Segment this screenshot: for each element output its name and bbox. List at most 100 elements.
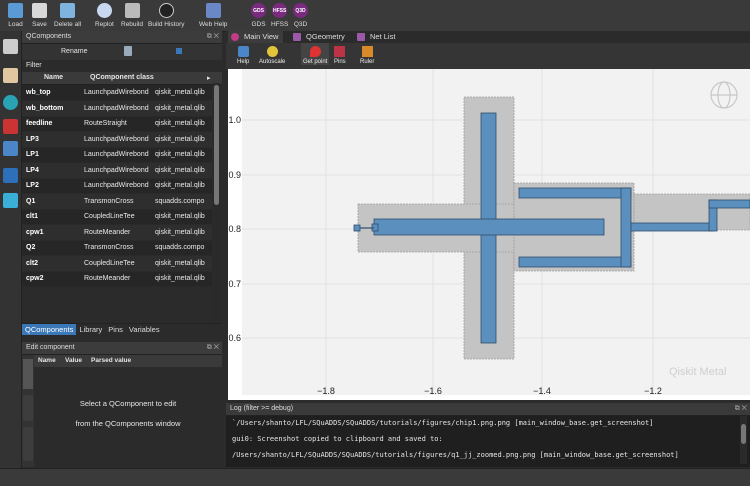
panel-float-close-icon[interactable]: ⧉ ✕ (207, 342, 219, 354)
web-help-button[interactable]: Web Help (199, 0, 227, 31)
table-row[interactable]: wb_bottom LaunchpadWirebond qiskit_metal.q… (22, 100, 212, 117)
table-row[interactable]: cpw1 RouteMeander qiskit_metal.qlib (22, 224, 212, 241)
component-class[interactable]: LaunchpadWirebond (80, 162, 151, 179)
thumbs-up-icon[interactable] (3, 68, 18, 83)
rename-button[interactable]: Rename (61, 48, 87, 55)
component-class[interactable]: LaunchpadWirebond (80, 178, 151, 194)
component-module[interactable]: qiskit_metal.qlib (151, 224, 212, 241)
component-class[interactable]: LaunchpadWirebond (80, 131, 151, 148)
function-icon[interactable] (3, 95, 18, 110)
y-axis: 1.0 0.9 0.8 0.7 0.6 (228, 115, 241, 343)
log-scrollbar[interactable] (740, 416, 747, 464)
side-tab-source[interactable] (23, 427, 33, 461)
component-name[interactable]: clt2 (22, 255, 80, 272)
save-button[interactable]: Save (32, 0, 47, 31)
get-point-tool[interactable]: Get point (301, 43, 330, 65)
screen-icon[interactable] (3, 141, 18, 156)
component-module[interactable]: squadds.compo (151, 193, 212, 210)
component-class[interactable]: TransmonCross (80, 240, 151, 256)
tab-pins[interactable]: Pins (105, 324, 126, 335)
tab-main-view[interactable]: Main View (228, 31, 284, 43)
layout-icon[interactable] (3, 168, 18, 183)
side-tab-help[interactable] (23, 395, 33, 421)
component-name[interactable]: wb_top (22, 85, 80, 101)
component-module[interactable]: qiskit_metal.qlib (151, 147, 212, 163)
component-class[interactable]: RouteStraight (80, 116, 151, 132)
gds-button[interactable]: GDS GDS (251, 0, 266, 31)
component-module[interactable]: qiskit_metal.qlib (151, 209, 212, 225)
col-name-header[interactable]: Name (44, 74, 63, 81)
autoscale-tool[interactable]: Autoscale (259, 43, 285, 65)
component-module[interactable]: qiskit_metal.qlib (151, 100, 212, 117)
load-button[interactable]: Load (8, 0, 23, 31)
component-name[interactable]: Q1 (22, 193, 80, 210)
tab-net-list[interactable]: Net List (354, 31, 400, 43)
panel-float-close-icon[interactable]: ⧉ ✕ (207, 31, 219, 43)
camera-icon[interactable] (3, 193, 18, 208)
component-class[interactable]: CoupledLineTee (80, 209, 151, 225)
tab-qcomponents[interactable]: QComponents (22, 324, 77, 335)
ruler-tool[interactable]: Ruler (360, 43, 374, 65)
plot-canvas[interactable]: Qiskit Metal 1.0 0.9 0.8 0.7 0.6 −1.8 −1… (228, 69, 750, 400)
component-name[interactable]: cpw2 (22, 271, 80, 287)
component-name[interactable]: cpw1 (22, 224, 80, 241)
component-class[interactable]: RouteMeander (80, 271, 151, 287)
trash-icon[interactable] (124, 46, 132, 56)
qcomponents-view-icon[interactable] (3, 39, 18, 54)
component-name[interactable]: LP4 (22, 162, 80, 179)
component-name[interactable]: wb_bottom (22, 100, 80, 117)
component-class[interactable]: LaunchpadWirebond (80, 100, 151, 117)
pins-tool[interactable]: Pins (334, 43, 346, 65)
component-class[interactable]: LaunchpadWirebond (80, 85, 151, 101)
table-row[interactable]: cpw2 RouteMeander qiskit_metal.qlib (22, 271, 212, 287)
component-module[interactable]: qiskit_metal.qlib (151, 116, 212, 132)
component-module[interactable]: qiskit_metal.qlib (151, 255, 212, 272)
log-scrollbar-thumb[interactable] (741, 424, 746, 444)
component-module[interactable]: squadds.compo (151, 240, 212, 256)
col-extra-header[interactable]: ▸ (207, 74, 211, 82)
component-name[interactable]: clt1 (22, 209, 80, 225)
component-class[interactable]: RouteMeander (80, 224, 151, 241)
table-row[interactable]: clt2 CoupledLineTee qiskit_metal.qlib (22, 255, 212, 272)
table-row[interactable]: LP1 LaunchpadWirebond qiskit_metal.qlib (22, 147, 212, 163)
component-module[interactable]: qiskit_metal.qlib (151, 131, 212, 148)
col-class-header[interactable]: QComponent class (90, 74, 154, 81)
component-module[interactable]: qiskit_metal.qlib (151, 178, 212, 194)
component-class[interactable]: TransmonCross (80, 193, 151, 210)
replot-button[interactable]: Replot (95, 0, 114, 31)
component-name[interactable]: LP2 (22, 178, 80, 194)
component-module[interactable]: qiskit_metal.qlib (151, 271, 212, 287)
panel-float-close-icon[interactable]: ⧉ ✕ (735, 403, 747, 415)
table-row[interactable]: LP4 LaunchpadWirebond qiskit_metal.qlib (22, 162, 212, 179)
help-tool[interactable]: Help (237, 43, 249, 65)
side-tab-options[interactable] (23, 359, 33, 389)
tab-qgeometry[interactable]: QGeometry (290, 31, 350, 43)
select-icon[interactable] (176, 48, 182, 54)
component-name[interactable]: Q2 (22, 240, 80, 256)
tab-variables[interactable]: Variables (126, 324, 163, 335)
table-row[interactable]: Q1 TransmonCross squadds.compo (22, 193, 212, 210)
delete-all-button[interactable]: Delete all (54, 0, 81, 31)
table-row[interactable]: LP3 LaunchpadWirebond qiskit_metal.qlib (22, 131, 212, 148)
layout-plot[interactable]: Qiskit Metal 1.0 0.9 0.8 0.7 0.6 −1.8 −1… (228, 69, 750, 400)
q3d-button[interactable]: Q3D Q3D (293, 0, 308, 31)
component-class[interactable]: LaunchpadWirebond (80, 147, 151, 163)
component-name[interactable]: LP1 (22, 147, 80, 163)
component-name[interactable]: LP3 (22, 131, 80, 148)
plugin-icon[interactable] (3, 119, 18, 134)
rebuild-button[interactable]: Rebuild (121, 0, 143, 31)
table-row[interactable]: LP2 LaunchpadWirebond qiskit_metal.qlib (22, 178, 212, 194)
table-row[interactable]: Q2 TransmonCross squadds.compo (22, 240, 212, 256)
build-history-button[interactable]: Build History (148, 0, 184, 31)
scrollbar-thumb[interactable] (214, 85, 219, 205)
table-row[interactable]: wb_top LaunchpadWirebond qiskit_metal.qlib (22, 85, 212, 101)
component-module[interactable]: qiskit_metal.qlib (151, 85, 212, 101)
table-scrollbar[interactable] (213, 83, 220, 323)
table-row[interactable]: clt1 CoupledLineTee qiskit_metal.qlib (22, 209, 212, 225)
component-class[interactable]: CoupledLineTee (80, 255, 151, 272)
component-name[interactable]: feedline (22, 116, 80, 132)
component-module[interactable]: qiskit_metal.qlib (151, 162, 212, 179)
table-row[interactable]: feedline RouteStraight qiskit_metal.qlib (22, 116, 212, 132)
tab-library[interactable]: Library (76, 324, 105, 335)
hfss-button[interactable]: HFSS HFSS (271, 0, 288, 31)
